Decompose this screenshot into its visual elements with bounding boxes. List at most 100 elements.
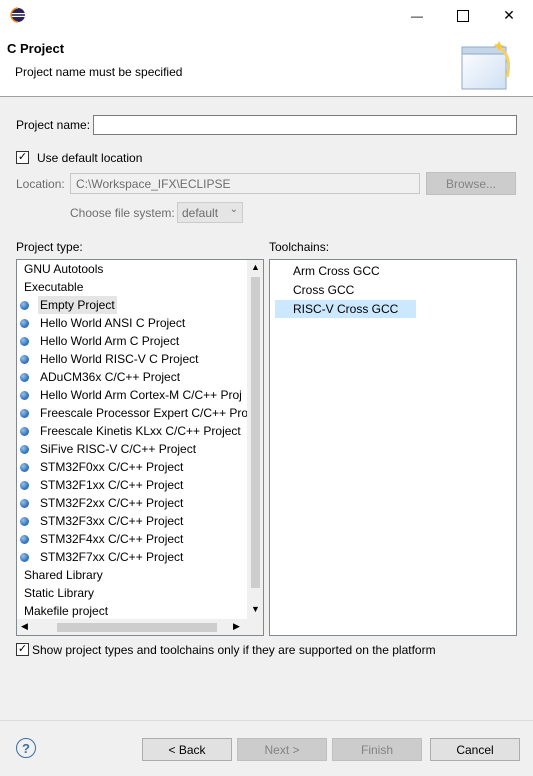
eclipse-logo-icon [10, 7, 26, 23]
toolchain-item-label: Cross GCC [293, 283, 355, 297]
project-type-item[interactable]: STM32F4xx C/C++ Project [17, 530, 247, 548]
project-type-item[interactable]: GNU Autotools [17, 260, 247, 278]
project-type-list[interactable]: GNU Autotools Executable Empty Project Hell… [16, 259, 264, 636]
project-type-item-label: GNU Autotools [24, 262, 104, 276]
use-default-location-label: Use default location [37, 151, 143, 165]
vertical-scrollbar[interactable]: ▲ ▼ [247, 260, 263, 619]
project-type-item[interactable]: STM32F2xx C/C++ Project [17, 494, 247, 512]
back-button-label: < Back [168, 742, 206, 757]
project-template-icon [20, 427, 29, 436]
project-name-label: Project name: [16, 118, 91, 132]
toolchain-item[interactable]: RISC-V Cross GCC [270, 300, 516, 318]
cancel-button-label: Cancel [456, 742, 494, 757]
file-system-select: default ⌄ [177, 202, 243, 223]
wizard-header: C Project Project name must be specified [0, 31, 533, 97]
project-template-icon [20, 337, 29, 346]
project-type-item-label: Executable [24, 280, 84, 294]
scroll-right-icon[interactable]: ▶ [233, 621, 240, 632]
help-icon: ? [22, 740, 30, 756]
project-type-item-label: Hello World ANSI C Project [40, 316, 186, 330]
browse-button-label: Browse... [445, 176, 496, 191]
supported-only-checkbox[interactable]: ✓ [16, 643, 29, 656]
supported-only-label: Show project types and toolchains only i… [32, 643, 436, 657]
project-type-item[interactable]: Static Library [17, 584, 247, 602]
browse-button: Browse... [426, 172, 516, 195]
toolchains-list[interactable]: Arm Cross GCC Cross GCC RISC-V Cross GCC [269, 259, 517, 636]
checkmark-icon: ✓ [17, 151, 28, 163]
location-label: Location: [16, 177, 65, 191]
project-type-item-label: Shared Library [24, 568, 103, 582]
horizontal-scrollbar[interactable]: ◀ ▶ [17, 619, 247, 635]
project-type-item-label: Hello World Arm Cortex-M C/C++ Proj [40, 388, 242, 402]
status-message: Project name must be specified [15, 65, 183, 79]
horizontal-scroll-thumb[interactable] [57, 623, 217, 632]
project-type-item-label: Empty Project [38, 296, 117, 314]
project-type-item-label: STM32F0xx C/C++ Project [40, 460, 184, 474]
wizard-banner-icon [455, 39, 517, 93]
project-type-item-label: Makefile project [24, 604, 109, 618]
project-type-item[interactable]: STM32F7xx C/C++ Project [17, 548, 247, 566]
project-type-item[interactable]: STM32F1xx C/C++ Project [17, 476, 247, 494]
close-button[interactable]: ✕ [486, 0, 532, 31]
project-type-item-label: Static Library [24, 586, 95, 600]
project-type-item[interactable]: Freescale Kinetis KLxx C/C++ Project [17, 422, 247, 440]
project-type-item[interactable]: ADuCM36x C/C++ Project [17, 368, 247, 386]
project-template-icon [20, 463, 29, 472]
project-name-input[interactable] [93, 115, 517, 135]
project-type-item[interactable]: Freescale Processor Expert C/C++ Proje [17, 404, 257, 422]
project-type-item[interactable]: STM32F3xx C/C++ Project [17, 512, 247, 530]
toolchain-item[interactable]: Cross GCC [270, 281, 516, 299]
toolchain-item-label: RISC-V Cross GCC [275, 300, 417, 318]
finish-button: Finish [332, 738, 422, 761]
project-type-item-label: STM32F3xx C/C++ Project [40, 514, 184, 528]
project-type-item-label: ADuCM36x C/C++ Project [40, 370, 181, 384]
project-type-label: Project type: [16, 240, 83, 254]
project-type-item-label: STM32F7xx C/C++ Project [40, 550, 184, 564]
project-template-icon [20, 373, 29, 382]
scrollbar-corner [247, 619, 263, 635]
project-type-item-label: Hello World Arm C Project [40, 334, 180, 348]
vertical-scroll-thumb[interactable] [251, 277, 260, 588]
cancel-button[interactable]: Cancel [430, 738, 520, 761]
project-template-icon [20, 391, 29, 400]
project-type-item[interactable]: STM32F0xx C/C++ Project [17, 458, 247, 476]
minimize-button[interactable]: — [394, 0, 440, 31]
help-button[interactable]: ? [16, 738, 36, 758]
scroll-down-icon[interactable]: ▼ [251, 604, 260, 614]
toolchain-item[interactable]: Arm Cross GCC [270, 262, 516, 280]
scroll-up-icon[interactable]: ▲ [251, 262, 260, 272]
project-type-item[interactable]: Empty Project [17, 296, 247, 314]
project-type-item[interactable]: Hello World ANSI C Project [17, 314, 247, 332]
back-button[interactable]: < Back [142, 738, 232, 761]
project-type-item[interactable]: Executable [17, 278, 247, 296]
chevron-down-icon: ⌄ [229, 204, 238, 215]
project-type-item[interactable]: Hello World Arm C Project [17, 332, 247, 350]
footer-divider [0, 720, 533, 721]
next-button-label: Next > [264, 742, 300, 757]
minimize-icon: — [411, 8, 423, 23]
project-template-icon [20, 535, 29, 544]
page-title: C Project [7, 41, 65, 56]
project-type-item[interactable]: Hello World RISC-V C Project [17, 350, 247, 368]
project-type-item[interactable]: Hello World Arm Cortex-M C/C++ Proj [17, 386, 247, 404]
project-template-icon [20, 445, 29, 454]
location-input: C:\Workspace_IFX\ECLIPSE [70, 173, 420, 194]
toolchain-item-label: Arm Cross GCC [293, 264, 380, 278]
project-type-item[interactable]: Makefile project [17, 602, 247, 620]
finish-button-label: Finish [360, 742, 393, 757]
checkmark-icon: ✓ [17, 643, 28, 655]
project-type-item[interactable]: SiFive RISC-V C/C++ Project [17, 440, 247, 458]
project-template-icon [20, 481, 29, 490]
use-default-location-checkbox[interactable]: ✓ [16, 151, 29, 164]
file-system-value: default [182, 206, 219, 220]
maximize-button[interactable] [440, 0, 486, 31]
scroll-left-icon[interactable]: ◀ [21, 621, 28, 632]
project-type-item[interactable]: Shared Library [17, 566, 247, 584]
next-button: Next > [237, 738, 327, 761]
project-template-icon [20, 553, 29, 562]
project-type-item-label: Freescale Kinetis KLxx C/C++ Project [40, 424, 241, 438]
project-template-icon [20, 409, 29, 418]
project-type-item-label: STM32F2xx C/C++ Project [40, 496, 184, 510]
file-system-label: Choose file system: [70, 206, 175, 220]
project-type-item-label: SiFive RISC-V C/C++ Project [40, 442, 197, 456]
